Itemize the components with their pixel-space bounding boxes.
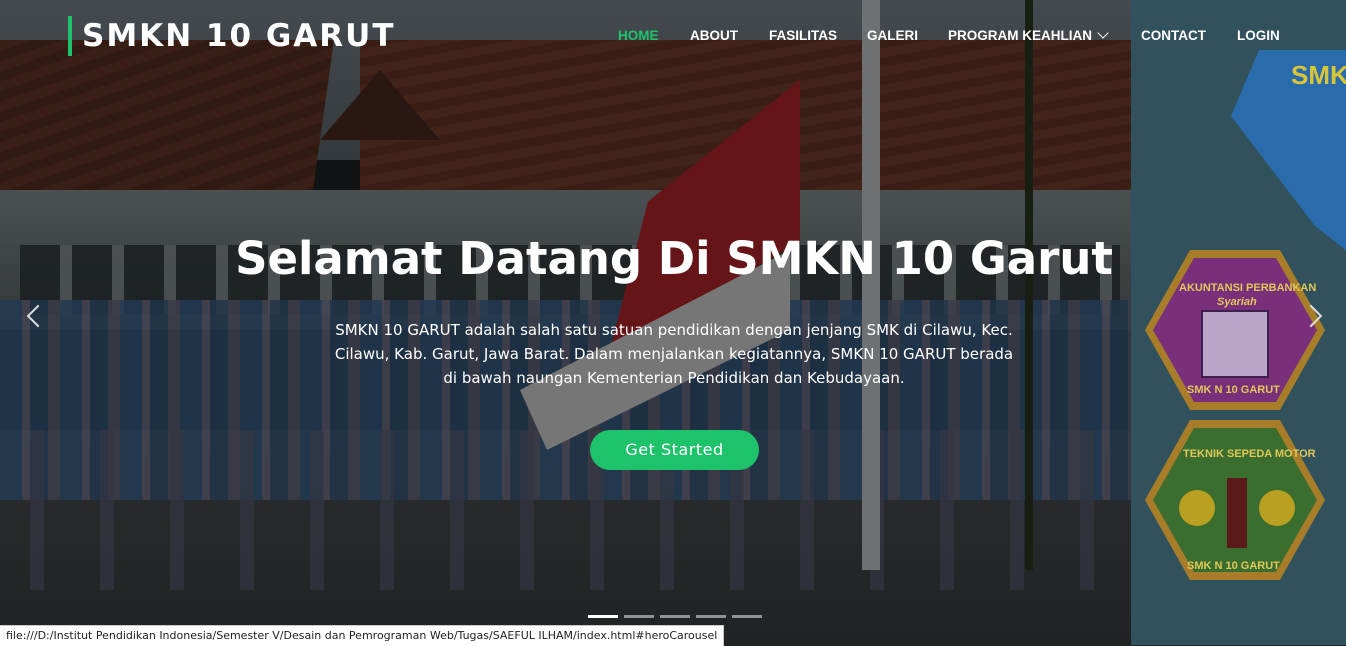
hero-description-line: SMKN 10 GARUT adalah salah satu satuan p… xyxy=(335,321,1013,339)
get-started-button[interactable]: Get Started xyxy=(590,430,759,470)
carousel-indicator[interactable] xyxy=(624,615,654,618)
hero-description: SMKN 10 GARUT adalah salah satu satuan p… xyxy=(330,318,1018,390)
chevron-down-icon xyxy=(1097,27,1109,39)
nav-program-label: PROGRAM KEAHLIAN xyxy=(948,28,1092,43)
badge-tsm-title: TEKNIK SEPEDA MOTOR xyxy=(1183,448,1316,460)
nav-about[interactable]: ABOUT xyxy=(690,27,738,45)
calculator-icon xyxy=(1201,310,1269,378)
nav-contact[interactable]: CONTACT xyxy=(1141,27,1206,45)
badge-akuntansi-sub: Syariah xyxy=(1217,296,1257,308)
carousel-indicator[interactable] xyxy=(660,615,690,618)
carousel-indicator[interactable] xyxy=(696,615,726,618)
nav-home[interactable]: HOME xyxy=(618,27,659,45)
nav-login[interactable]: LOGIN xyxy=(1237,27,1280,45)
main-nav: HOME ABOUT FASILITAS GALERI PROGRAM KEAH… xyxy=(0,27,1346,47)
nav-program-keahlian[interactable]: PROGRAM KEAHLIAN xyxy=(948,27,1109,45)
hero-description-line: Cilawu, Kab. Garut, Jawa Barat. Dalam me… xyxy=(334,345,1014,363)
badge-tsm-school: SMK N 10 GARUT xyxy=(1187,560,1280,572)
carousel-indicators xyxy=(588,615,762,618)
carousel-indicator[interactable] xyxy=(732,615,762,618)
nav-galeri[interactable]: GALERI xyxy=(867,27,918,45)
hero-title-text: Selamat Datang Di SMKN 10 Garut xyxy=(235,232,1113,285)
nav-fasilitas[interactable]: FASILITAS xyxy=(769,27,837,45)
carousel-indicator[interactable] xyxy=(588,615,618,618)
hero-description-line: di bawah naungan Kementerian Pendidikan … xyxy=(443,369,905,387)
motorcycle-wheels-icon xyxy=(1179,478,1295,548)
hero-title: Selamat Datang Di SMKN 10 Garut xyxy=(0,232,1346,285)
school-logo-text: SMK xyxy=(1291,60,1346,90)
badge-akuntansi-school: SMK N 10 GARUT xyxy=(1187,384,1280,396)
browser-status-url: file:///D:/Institut Pendidikan Indonesia… xyxy=(0,625,725,646)
